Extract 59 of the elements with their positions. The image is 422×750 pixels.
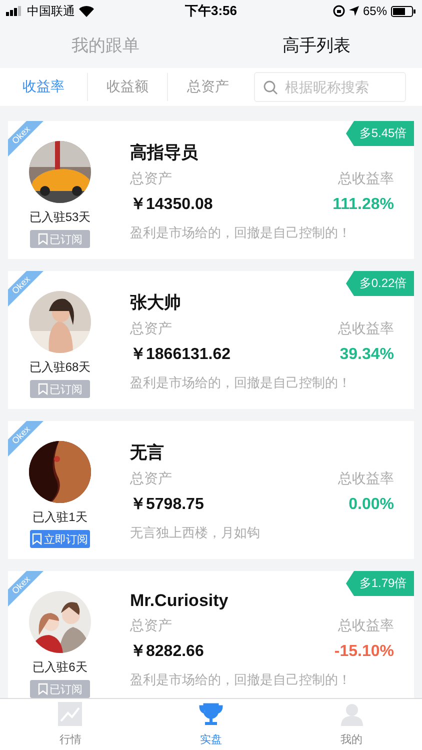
bookmark-icon bbox=[32, 533, 42, 545]
assets-label: 总资产 bbox=[130, 320, 172, 338]
wifi-icon bbox=[79, 6, 94, 16]
subscribe-button[interactable]: 已订阅 bbox=[30, 380, 90, 398]
clock-time: 下午3:56 bbox=[184, 3, 238, 18]
assets-value: ￥14350.08 bbox=[130, 195, 213, 215]
assets-value: ￥8282.66 bbox=[130, 642, 204, 662]
signal-icon bbox=[6, 6, 23, 16]
return-label: 总收益率 bbox=[338, 617, 394, 635]
assets-label: 总资产 bbox=[130, 470, 172, 488]
return-label: 总收益率 bbox=[338, 320, 394, 338]
person-icon bbox=[340, 702, 364, 726]
tab[interactable]: 我的跟单 bbox=[0, 22, 211, 68]
return-value: 0.00% bbox=[348, 496, 394, 514]
bookmark-icon bbox=[38, 683, 48, 695]
bookmark-icon bbox=[38, 233, 48, 245]
assets-label: 总资产 bbox=[130, 170, 172, 188]
battery-icon bbox=[391, 6, 416, 16]
location-icon bbox=[348, 6, 359, 16]
trader-motto: 无言独上西楼，月如钩 bbox=[130, 524, 261, 542]
return-label: 总收益率 bbox=[338, 170, 394, 188]
trader-name: 高指导员 bbox=[130, 142, 199, 164]
battery-percent: 65% bbox=[362, 4, 387, 18]
trader-motto: 盈利是市场给的，回撤是自己控制的！ bbox=[130, 374, 352, 392]
search-field[interactable]: 根据昵称搜索 bbox=[254, 72, 406, 102]
trader-name: 无言 bbox=[130, 442, 165, 464]
multiplier-tag: 多5.45倍 bbox=[346, 121, 414, 146]
trader-motto: 盈利是市场给的，回撤是自己控制的！ bbox=[130, 224, 352, 242]
multiplier-tag: 多1.79倍 bbox=[346, 571, 414, 596]
return-value: 111.28% bbox=[332, 196, 394, 214]
sort-tab[interactable]: 收益额 bbox=[88, 73, 168, 101]
chart-icon bbox=[58, 702, 82, 726]
rotation-lock-icon bbox=[332, 5, 345, 17]
join-days: 已入驻6天 bbox=[32, 659, 88, 676]
sort-tab[interactable]: 收益率 bbox=[0, 73, 88, 101]
join-days: 已入驻53天 bbox=[29, 209, 91, 226]
assets-label: 总资产 bbox=[130, 617, 172, 635]
subscribe-button[interactable]: 立即订阅 bbox=[30, 530, 90, 548]
trader-motto: 盈利是市场给的，回撤是自己控制的！ bbox=[130, 671, 352, 689]
nav-tab[interactable]: 我的 bbox=[281, 699, 422, 750]
trophy-icon bbox=[199, 702, 223, 726]
tab[interactable]: 高手列表 bbox=[211, 22, 422, 68]
bookmark-icon bbox=[38, 383, 48, 395]
trader-name: Mr.Curiosity bbox=[130, 591, 230, 611]
carrier-name: 中国联通 bbox=[27, 2, 75, 20]
return-value: -15.10% bbox=[334, 642, 394, 660]
subscribe-button[interactable]: 已订阅 bbox=[30, 680, 90, 698]
assets-value: ￥1866131.62 bbox=[130, 345, 231, 365]
subscribe-button[interactable]: 已订阅 bbox=[30, 230, 90, 248]
return-label: 总收益率 bbox=[338, 470, 394, 488]
join-days: 已入驻1天 bbox=[32, 509, 88, 526]
trader-name: 张大帅 bbox=[130, 292, 182, 314]
nav-tab[interactable]: 行情 bbox=[0, 699, 141, 750]
return-value: 39.34% bbox=[340, 346, 394, 364]
join-days: 已入驻68天 bbox=[29, 359, 91, 376]
nav-tab[interactable]: 实盘 bbox=[140, 699, 282, 750]
assets-value: ￥5798.75 bbox=[130, 495, 204, 515]
sort-tab[interactable]: 总资产 bbox=[168, 73, 248, 101]
multiplier-tag: 多0.22倍 bbox=[346, 271, 414, 296]
